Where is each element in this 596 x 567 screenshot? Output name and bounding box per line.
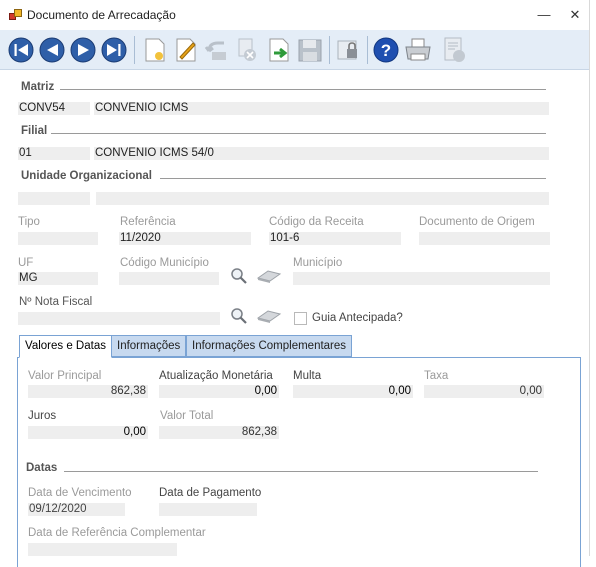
tab-informacoes-complementares[interactable]: Informações Complementares bbox=[186, 335, 353, 357]
app-icon bbox=[9, 9, 23, 21]
data-referencia-complementar-label: Data de Referência Complementar bbox=[28, 527, 206, 539]
undo-icon[interactable] bbox=[202, 35, 232, 65]
tab-panel-valores-datas: Valor Principal 862,38 Atualização Monet… bbox=[17, 357, 581, 567]
next-record-icon[interactable] bbox=[68, 35, 98, 65]
confirm-icon[interactable] bbox=[264, 35, 294, 65]
valor-principal-field[interactable]: 862,38 bbox=[28, 385, 148, 398]
section-matriz: Matriz bbox=[21, 81, 55, 93]
last-record-icon[interactable] bbox=[99, 35, 129, 65]
form-area: Matriz CONV54 CONVÊNIO ICMS Filial 01 CO… bbox=[0, 71, 596, 567]
section-divider bbox=[60, 89, 546, 90]
new-document-icon[interactable] bbox=[140, 35, 170, 65]
documento-origem-field[interactable] bbox=[419, 232, 550, 245]
matriz-code-field[interactable]: CONV54 bbox=[18, 102, 90, 115]
report-icon[interactable] bbox=[439, 35, 469, 65]
section-divider bbox=[64, 471, 538, 472]
section-unidade: Unidade Organizacional bbox=[21, 170, 152, 182]
referencia-label: Referência bbox=[120, 216, 176, 228]
close-button[interactable]: ✕ bbox=[565, 6, 585, 24]
data-vencimento-field[interactable]: 09/12/2020 bbox=[28, 503, 125, 516]
nota-fiscal-field[interactable] bbox=[18, 312, 220, 325]
valor-total-label: Valor Total bbox=[160, 410, 214, 422]
juros-field[interactable]: 0,00 bbox=[28, 426, 148, 439]
codigo-receita-field[interactable]: 101-6 bbox=[269, 232, 401, 245]
toolbar-separator bbox=[329, 36, 330, 64]
toolbar-separator bbox=[134, 36, 135, 64]
valor-principal-label: Valor Principal bbox=[28, 370, 102, 382]
window-border bbox=[589, 0, 596, 556]
tab-valores-datas[interactable]: Valores e Datas bbox=[19, 335, 112, 358]
title-bar: Documento de Arrecadação — ✕ bbox=[0, 0, 596, 30]
codigo-municipio-field[interactable] bbox=[119, 272, 219, 285]
referencia-field[interactable]: 11/2020 bbox=[119, 232, 251, 245]
municipio-label: Município bbox=[293, 257, 343, 269]
uf-field[interactable]: MG bbox=[18, 272, 98, 285]
tipo-field[interactable] bbox=[18, 232, 98, 245]
matriz-name-field[interactable]: CONVÊNIO ICMS bbox=[94, 102, 549, 115]
section-divider bbox=[51, 133, 546, 134]
tab-informacoes[interactable]: Informações bbox=[111, 335, 187, 357]
save-icon[interactable] bbox=[295, 35, 325, 65]
tipo-label: Tipo bbox=[18, 216, 40, 228]
uf-label: UF bbox=[18, 257, 34, 269]
search-icon[interactable] bbox=[230, 307, 248, 325]
data-referencia-complementar-field[interactable] bbox=[28, 543, 177, 556]
delete-icon[interactable] bbox=[233, 35, 263, 65]
data-pagamento-label: Data de Pagamento bbox=[159, 487, 262, 499]
edit-icon[interactable] bbox=[171, 35, 201, 65]
first-record-icon[interactable] bbox=[6, 35, 36, 65]
multa-label: Multa bbox=[293, 370, 322, 382]
valor-total-field[interactable]: 862,38 bbox=[159, 426, 279, 439]
window-title: Documento de Arrecadação bbox=[27, 8, 176, 22]
unidade-name-field[interactable] bbox=[96, 192, 549, 205]
taxa-field[interactable]: 0,00 bbox=[424, 385, 544, 398]
unidade-code-field[interactable] bbox=[18, 192, 90, 205]
filial-code-field[interactable]: 01 bbox=[18, 147, 90, 160]
codigo-receita-label: Código da Receita bbox=[269, 216, 364, 228]
guia-antecipada-checkbox[interactable] bbox=[294, 312, 307, 325]
guia-antecipada-label: Guia Antecipada? bbox=[312, 312, 403, 324]
taxa-label: Taxa bbox=[424, 370, 449, 382]
eraser-icon[interactable] bbox=[256, 268, 282, 284]
data-pagamento-field[interactable] bbox=[159, 503, 257, 516]
atualizacao-monetaria-field[interactable]: 0,00 bbox=[159, 385, 279, 398]
print-icon[interactable] bbox=[403, 35, 433, 65]
nota-fiscal-label: Nº Nota Fiscal bbox=[19, 296, 93, 308]
section-filial: Filial bbox=[21, 125, 48, 137]
filial-name-field[interactable]: CONVÊNIO ICMS 54/0 bbox=[94, 147, 549, 160]
previous-record-icon[interactable] bbox=[37, 35, 67, 65]
codigo-municipio-label: Código Município bbox=[120, 257, 209, 269]
data-vencimento-label: Data de Vencimento bbox=[28, 487, 132, 499]
section-datas: Datas bbox=[26, 462, 58, 474]
lock-icon[interactable] bbox=[334, 35, 364, 65]
help-icon[interactable]: ? bbox=[371, 35, 401, 65]
juros-label: Juros bbox=[28, 410, 57, 422]
minimize-button[interactable]: — bbox=[534, 6, 554, 24]
municipio-field[interactable] bbox=[293, 272, 550, 285]
search-icon[interactable] bbox=[230, 267, 248, 285]
toolbar: ? bbox=[0, 30, 596, 70]
eraser-icon[interactable] bbox=[256, 308, 282, 324]
section-divider bbox=[160, 178, 546, 179]
svg-text:?: ? bbox=[381, 41, 391, 60]
multa-field[interactable]: 0,00 bbox=[293, 385, 413, 398]
toolbar-separator bbox=[367, 36, 368, 64]
documento-origem-label: Documento de Origem bbox=[419, 216, 535, 228]
atualizacao-monetaria-label: Atualização Monetária bbox=[159, 370, 273, 382]
